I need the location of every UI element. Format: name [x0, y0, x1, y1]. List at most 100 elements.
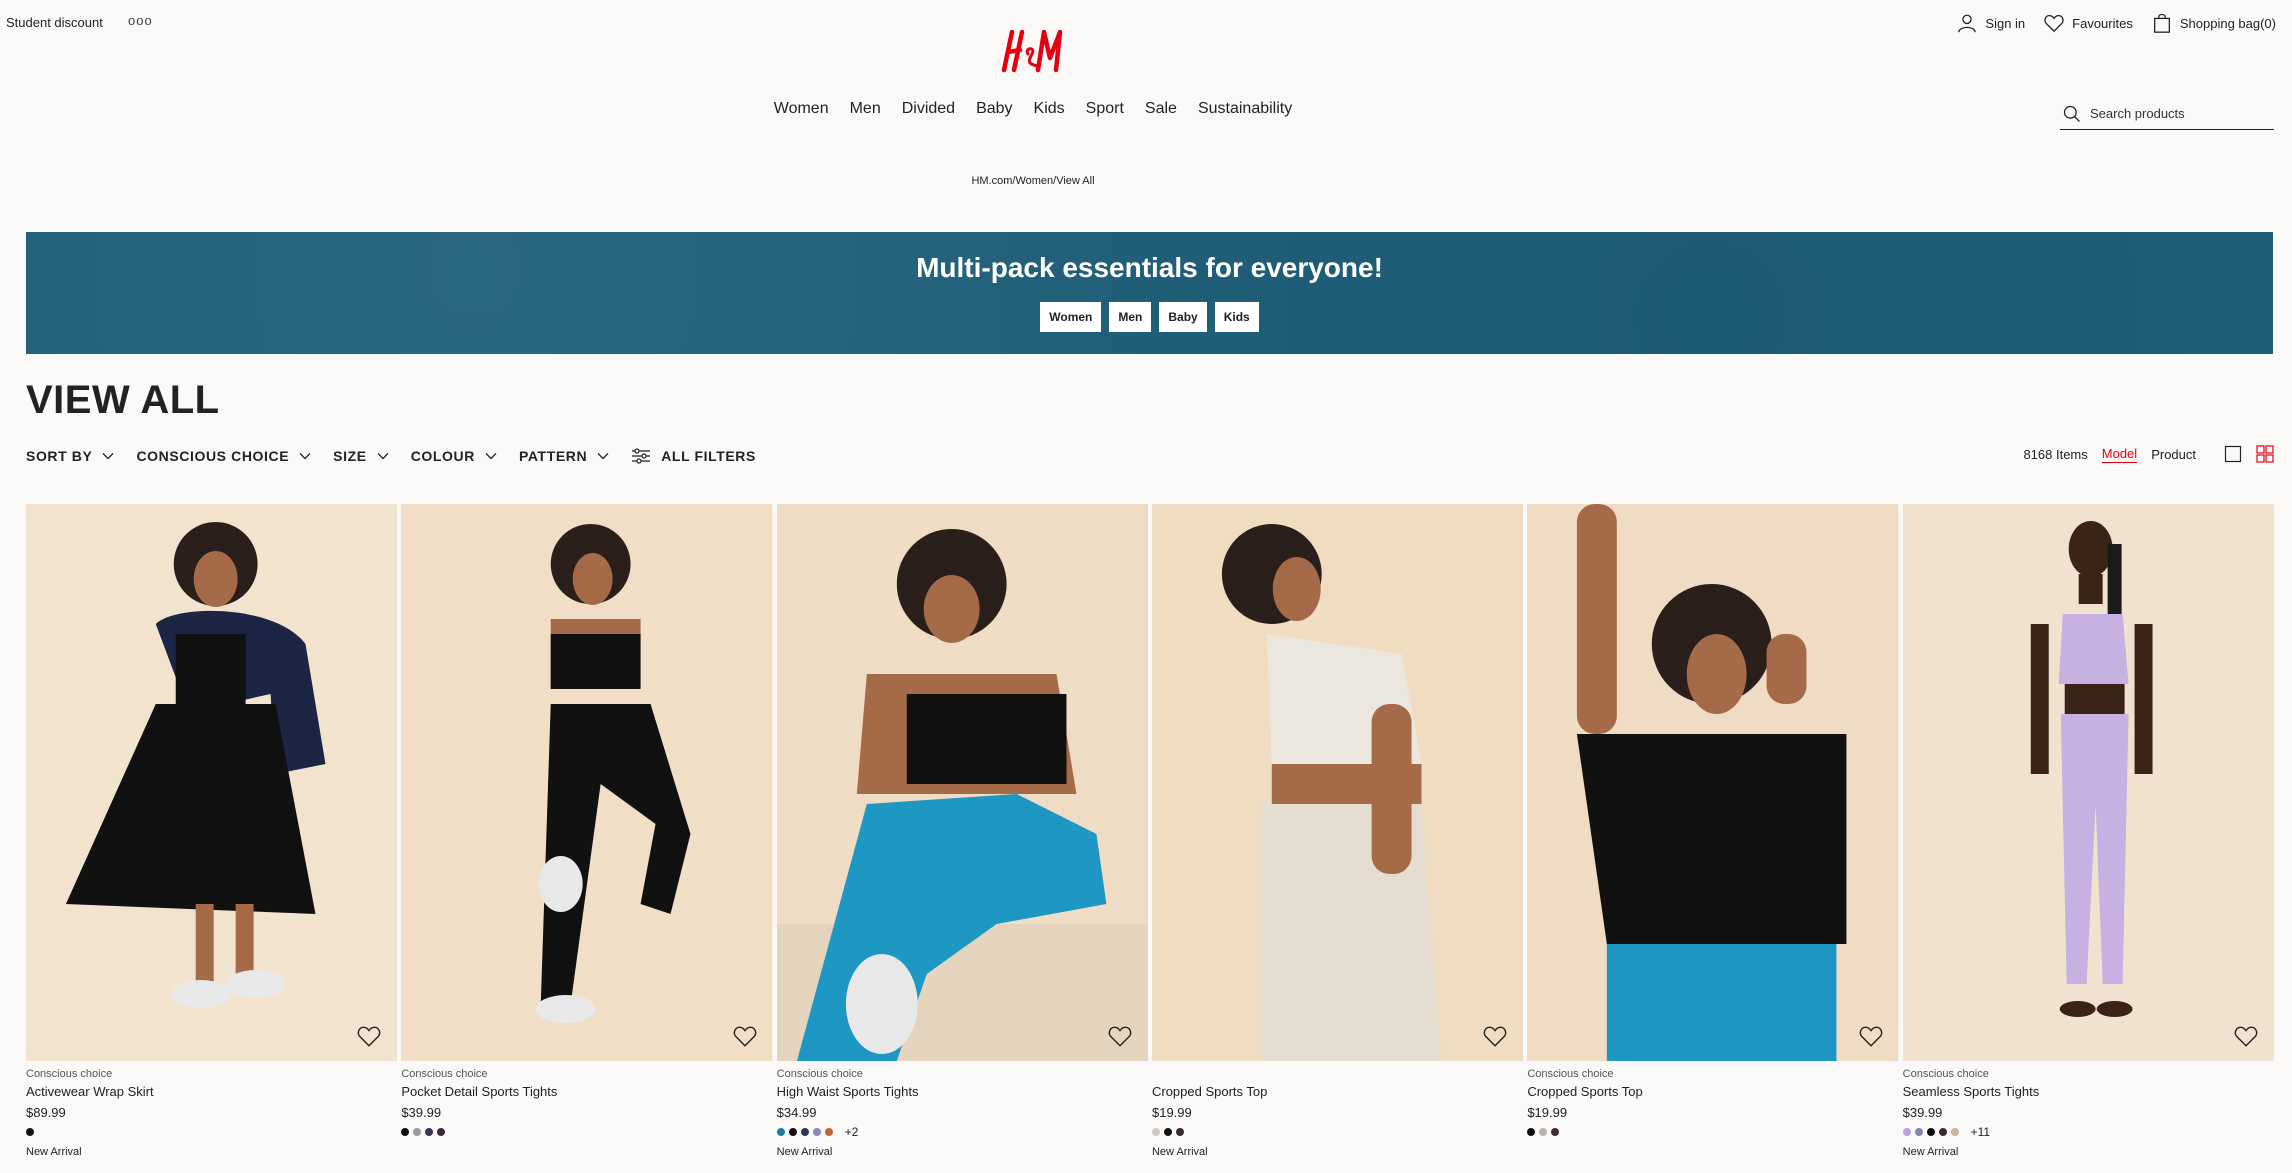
- favourites-button[interactable]: Favourites: [2043, 12, 2133, 34]
- new-arrival-badge: [401, 1146, 772, 1160]
- banner-button-kids[interactable]: Kids: [1214, 302, 1259, 332]
- product-photo: [26, 504, 398, 1061]
- new-arrival-badge: [1527, 1146, 1898, 1160]
- shopping-bag-icon: [2153, 13, 2170, 33]
- product-card[interactable]: Conscious choice High Waist Sports Tight…: [776, 504, 1148, 1160]
- grid-view-icon[interactable]: [2256, 445, 2274, 463]
- product-name[interactable]: Seamless Sports Tights: [1903, 1084, 2274, 1099]
- filter-label: PATTERN: [518, 448, 588, 464]
- product-image[interactable]: [776, 504, 1148, 1061]
- color-swatch[interactable]: [776, 1128, 785, 1136]
- color-swatch[interactable]: [1914, 1128, 1923, 1136]
- color-swatch[interactable]: [1950, 1128, 1959, 1136]
- heart-icon[interactable]: [1858, 1023, 1884, 1049]
- color-swatch[interactable]: [1926, 1128, 1935, 1136]
- color-swatch[interactable]: [437, 1128, 446, 1136]
- product-image[interactable]: [401, 504, 773, 1061]
- color-swatch[interactable]: [1551, 1128, 1560, 1136]
- color-swatch[interactable]: [788, 1128, 797, 1136]
- heart-icon[interactable]: [356, 1023, 382, 1049]
- product-image[interactable]: [1527, 504, 1899, 1061]
- color-swatch[interactable]: [401, 1128, 410, 1136]
- color-swatch[interactable]: [26, 1128, 34, 1136]
- product-card[interactable]: Cropped Sports Top $19.99 New Arrival: [1151, 504, 1524, 1160]
- chevron-down-icon: [377, 453, 389, 460]
- product-name[interactable]: Pocket Detail Sports Tights: [401, 1084, 772, 1099]
- color-swatch[interactable]: [824, 1128, 833, 1136]
- color-swatch[interactable]: [1175, 1128, 1184, 1136]
- heart-icon[interactable]: [1482, 1023, 1508, 1049]
- nav-sport[interactable]: Sport: [1086, 98, 1124, 120]
- product-card[interactable]: Conscious choice Cropped Sports Top $19.…: [1527, 504, 1899, 1160]
- nav-sale[interactable]: Sale: [1145, 98, 1177, 120]
- color-swatch[interactable]: [812, 1128, 821, 1136]
- nav-men[interactable]: Men: [850, 98, 881, 120]
- pattern-dropdown[interactable]: PATTERN: [519, 448, 609, 464]
- nav-kids[interactable]: Kids: [1034, 98, 1065, 120]
- product-card[interactable]: Conscious choice Pocket Detail Sports Ti…: [401, 504, 773, 1160]
- product-image[interactable]: [1151, 504, 1524, 1061]
- color-swatch[interactable]: [1151, 1128, 1160, 1136]
- nav-women[interactable]: Women: [774, 98, 829, 120]
- shopping-bag-label: Shopping bag(0): [2179, 15, 2276, 31]
- student-discount-link[interactable]: Student discount: [6, 15, 103, 30]
- color-swatches: [1527, 1126, 1898, 1138]
- color-swatch[interactable]: [800, 1128, 809, 1136]
- color-swatch[interactable]: [1163, 1128, 1172, 1136]
- banner-button-men[interactable]: Men: [1109, 302, 1152, 332]
- product-image[interactable]: [1902, 504, 2274, 1061]
- colour-dropdown[interactable]: COLOUR: [411, 448, 497, 464]
- product-name[interactable]: Activewear Wrap Skirt: [26, 1084, 397, 1099]
- heart-icon[interactable]: [1107, 1023, 1133, 1049]
- banner-button-women[interactable]: Women: [1040, 302, 1102, 332]
- sort-by-dropdown[interactable]: SORT BY: [26, 448, 114, 464]
- hm-logo[interactable]: [998, 24, 1070, 76]
- shopping-bag-button[interactable]: Shopping bag(0): [2151, 12, 2276, 34]
- sign-in-button[interactable]: Sign in: [1956, 12, 2025, 34]
- color-swatches: [401, 1126, 772, 1138]
- product-card[interactable]: Conscious choice Activewear Wrap Skirt $…: [26, 504, 398, 1160]
- breadcrumb[interactable]: HM.com/Women/View All: [0, 175, 2066, 187]
- main-navigation: Women Men Divided Baby Kids Sport Sale S…: [0, 98, 2066, 120]
- heart-icon[interactable]: [732, 1023, 758, 1049]
- product-image[interactable]: [26, 504, 398, 1061]
- favourites-label: Favourites: [2072, 15, 2133, 31]
- color-swatch[interactable]: [1539, 1128, 1548, 1136]
- color-swatches: [26, 1126, 397, 1138]
- conscious-choice-label: Conscious choice: [1902, 1068, 1989, 1080]
- filter-bar: SORT BY CONSCIOUS CHOICE SIZE COLOUR PAT…: [26, 447, 756, 465]
- product-name[interactable]: Cropped Sports Top: [1152, 1084, 1523, 1099]
- color-swatch[interactable]: [1902, 1128, 1911, 1136]
- nav-sustainability[interactable]: Sustainability: [1198, 98, 1292, 120]
- color-swatch[interactable]: [1938, 1128, 1947, 1136]
- chevron-down-icon: [597, 453, 609, 460]
- chevron-down-icon: [485, 453, 497, 460]
- color-swatch[interactable]: [1527, 1128, 1536, 1136]
- search-placeholder: Search products: [2090, 106, 2185, 121]
- view-model-toggle[interactable]: Model: [2101, 446, 2138, 463]
- top-header: Student discount ooo Sign in Favourites …: [0, 0, 2292, 160]
- nav-baby[interactable]: Baby: [976, 98, 1012, 120]
- banner-title: Multi-pack essentials for everyone!: [916, 252, 1383, 283]
- more-menu-button[interactable]: ooo: [128, 13, 153, 28]
- conscious-choice-dropdown[interactable]: CONSCIOUS CHOICE: [136, 448, 311, 464]
- nav-divided[interactable]: Divided: [902, 98, 955, 120]
- color-swatch[interactable]: [413, 1128, 422, 1136]
- product-card[interactable]: Conscious choice Seamless Sports Tights …: [1902, 504, 2274, 1160]
- product-grid: Conscious choice Activewear Wrap Skirt $…: [26, 504, 2274, 1160]
- filter-label: SIZE: [333, 448, 367, 464]
- view-product-toggle[interactable]: Product: [2151, 447, 2196, 462]
- heart-icon: [2044, 15, 2064, 33]
- account-actions: Sign in Favourites Shopping bag(0): [1956, 12, 2276, 34]
- search-input[interactable]: Search products: [2060, 98, 2274, 130]
- conscious-choice-label: [1152, 1068, 1523, 1082]
- single-view-icon[interactable]: [2224, 445, 2242, 463]
- product-name[interactable]: Cropped Sports Top: [1527, 1084, 1898, 1099]
- new-arrival-badge: New Arrival: [1902, 1146, 1959, 1158]
- all-filters-button[interactable]: ALL FILTERS: [631, 447, 756, 465]
- banner-button-baby[interactable]: Baby: [1159, 302, 1207, 332]
- product-name[interactable]: High Waist Sports Tights: [777, 1084, 1148, 1099]
- heart-icon[interactable]: [2233, 1023, 2259, 1049]
- size-dropdown[interactable]: SIZE: [333, 448, 389, 464]
- color-swatch[interactable]: [425, 1128, 434, 1136]
